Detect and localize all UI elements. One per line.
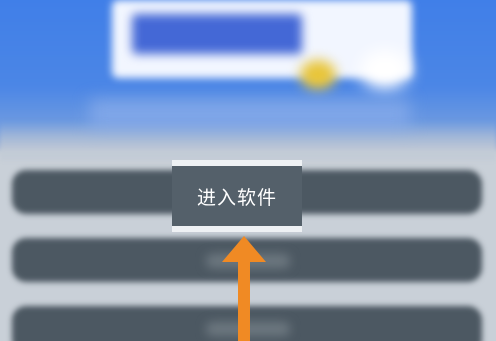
banner-decoration (300, 60, 336, 90)
enter-software-label: 进入软件 (196, 186, 277, 209)
blurred-screen: 进入软件 (0, 0, 496, 341)
banner-fade (0, 120, 496, 160)
banner-decoration (360, 50, 410, 90)
arrow-up-icon (222, 236, 266, 341)
enter-software-button[interactable]: 进入软件 (172, 160, 302, 232)
banner-card-graphic (132, 14, 302, 54)
